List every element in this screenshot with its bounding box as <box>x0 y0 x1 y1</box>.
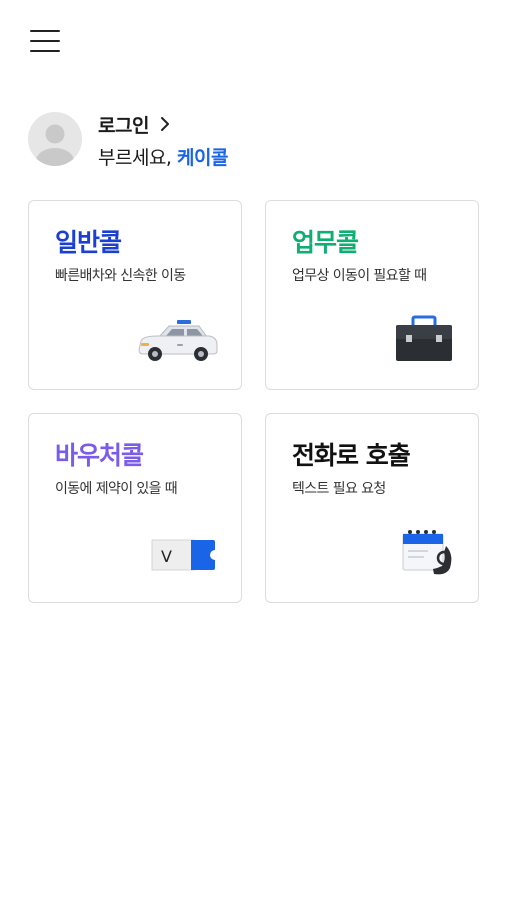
avatar-silhouette <box>36 124 74 166</box>
card-general-call[interactable]: 일반콜 빠른배차와 신속한 이동 <box>28 200 242 390</box>
login-label: 로그인 <box>98 114 149 137</box>
card-title: 전화로 호출 <box>292 441 411 470</box>
main-screen: 로그인 부르세요, 케이콜 일반콜 빠른배차와 신속한 이동 업무콜 업무상 이… <box>0 0 506 900</box>
taxi-car-icon <box>138 320 218 361</box>
greeting-prefix: 부르세요, <box>98 147 172 169</box>
voucher-ticket-icon: V <box>151 539 215 571</box>
calendar-phone-icon <box>402 530 452 575</box>
card-title: 업무콜 <box>292 228 359 257</box>
card-phone-call[interactable]: 전화로 호출 텍스트 필요 요청 <box>265 413 479 603</box>
hamburger-menu-icon[interactable] <box>22 24 68 58</box>
card-description: 텍스트 필요 요청 <box>292 481 386 497</box>
chevron-right-icon <box>160 117 169 131</box>
svg-text:V: V <box>161 547 172 566</box>
menu-bar-top <box>30 30 60 33</box>
menu-bar-bottom <box>30 50 60 53</box>
menu-bar-middle <box>30 40 60 43</box>
login-link[interactable]: 로그인 <box>98 110 173 138</box>
card-description: 업무상 이동이 필요할 때 <box>292 268 427 284</box>
card-description: 빠른배차와 신속한 이동 <box>55 268 186 284</box>
default-user-avatar-icon[interactable] <box>28 112 82 166</box>
card-voucher-call[interactable]: 바우처콜 이동에 제약이 있을 때 V <box>28 413 242 603</box>
briefcase-icon <box>396 315 452 361</box>
card-business-call[interactable]: 업무콜 업무상 이동이 필요할 때 <box>265 200 479 390</box>
card-title: 바우처콜 <box>55 441 144 470</box>
card-description: 이동에 제약이 있을 때 <box>55 481 178 497</box>
greeting-text: 부르세요, 케이콜 <box>98 143 228 170</box>
greeting-brand: 케이콜 <box>177 147 228 169</box>
card-title: 일반콜 <box>55 228 122 257</box>
